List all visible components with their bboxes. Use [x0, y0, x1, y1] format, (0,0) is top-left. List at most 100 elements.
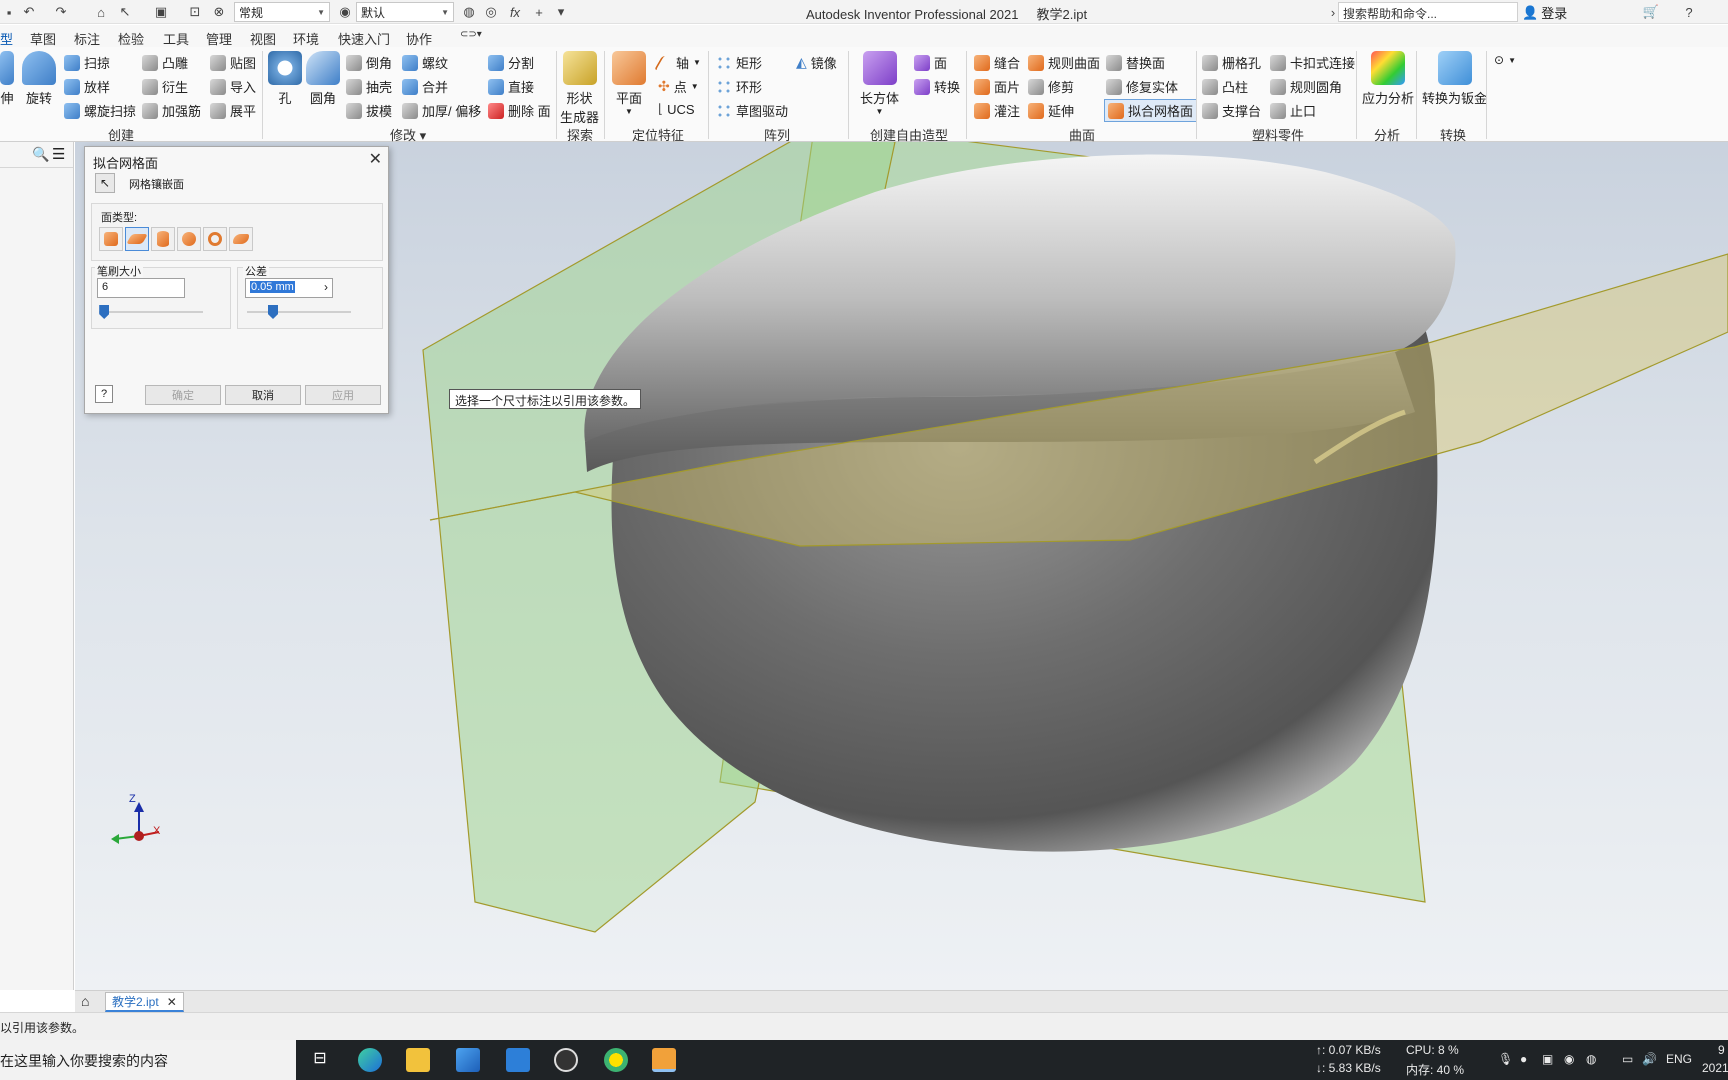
- replace-face-button[interactable]: 替换面: [1106, 53, 1165, 72]
- lip-button[interactable]: 止口: [1270, 101, 1316, 120]
- unfold-button[interactable]: 展平: [210, 101, 256, 120]
- clock-date[interactable]: 2021: [1702, 1061, 1728, 1075]
- direct-button[interactable]: 直接: [488, 77, 534, 96]
- sculpt-button[interactable]: 灌注: [974, 101, 1020, 120]
- extrude-button[interactable]: 伸: [0, 51, 14, 107]
- task-view-icon[interactable]: ⊟: [308, 1048, 332, 1072]
- shape-generator-button[interactable]: 形状 生成器: [560, 51, 599, 126]
- hole-button[interactable]: 孔: [268, 51, 302, 107]
- rest-button[interactable]: 支撑台: [1202, 101, 1261, 120]
- face-type-sphere[interactable]: [177, 227, 201, 251]
- coil-button[interactable]: 螺旋扫掠: [64, 101, 136, 120]
- trim-button[interactable]: 修剪: [1028, 77, 1074, 96]
- store-icon[interactable]: [456, 1048, 480, 1072]
- ok-button[interactable]: 确定: [145, 385, 221, 405]
- close-icon[interactable]: ✕: [369, 149, 382, 169]
- apply-button[interactable]: 应用: [305, 385, 381, 405]
- material-icon[interactable]: ⊗: [210, 3, 228, 21]
- tab-get-started[interactable]: 快速入门: [338, 29, 390, 48]
- home-icon[interactable]: ⌂: [81, 993, 89, 1009]
- tray-app-icon[interactable]: ▣: [1542, 1052, 1553, 1066]
- network-icon[interactable]: ▭: [1622, 1052, 1633, 1066]
- clear-appearance-icon[interactable]: ◎: [482, 3, 500, 21]
- tab-inspect[interactable]: 检验: [118, 29, 144, 48]
- tab-collaborate[interactable]: 协作: [406, 29, 432, 48]
- fx-parameters-icon[interactable]: fx: [506, 3, 524, 21]
- tab-model[interactable]: 型: [0, 29, 13, 48]
- chevron-right-icon[interactable]: ›: [324, 280, 328, 294]
- style-combo[interactable]: 常规 ▼: [234, 2, 330, 22]
- extend-button[interactable]: 延伸: [1028, 101, 1074, 120]
- face-type-freeform[interactable]: [229, 227, 253, 251]
- qq-icon[interactable]: ●: [1520, 1052, 1527, 1066]
- help-icon[interactable]: ?: [1680, 3, 1698, 21]
- file-explorer-icon[interactable]: [406, 1048, 430, 1072]
- tab-environments[interactable]: 环境: [293, 29, 319, 48]
- tab-tools[interactable]: 工具: [163, 29, 189, 48]
- inventor-taskbar-icon[interactable]: [652, 1048, 676, 1072]
- freeform-face-button[interactable]: 面: [914, 53, 947, 72]
- shell-button[interactable]: 抽壳: [346, 77, 392, 96]
- sweep-button[interactable]: 扫掠: [64, 53, 110, 72]
- chamfer-button[interactable]: 倒角: [346, 53, 392, 72]
- undo-icon[interactable]: ↶: [20, 3, 38, 21]
- stress-analysis-button[interactable]: 应力分析: [1362, 51, 1414, 107]
- appearance-combo[interactable]: 默认 ▼: [356, 2, 454, 22]
- edge-icon[interactable]: [358, 1048, 382, 1072]
- delete-face-button[interactable]: 删除 面: [488, 101, 551, 120]
- convert-to-sheetmetal-button[interactable]: 转换为钣金: [1422, 51, 1487, 107]
- tray-app2-icon[interactable]: ◉: [1564, 1052, 1574, 1066]
- plane-button[interactable]: 平面 ▼: [612, 51, 646, 116]
- cart-icon[interactable]: 🛒: [1642, 3, 1660, 21]
- point-button[interactable]: ✣ 点 ▼: [658, 77, 699, 96]
- obs-icon[interactable]: [554, 1048, 578, 1072]
- redo-icon[interactable]: ↷: [52, 3, 70, 21]
- snap-fit-button[interactable]: 卡扣式连接: [1270, 53, 1355, 72]
- save-icon[interactable]: ▪: [0, 3, 18, 21]
- tab-manage[interactable]: 管理: [206, 29, 232, 48]
- face-type-plane[interactable]: [125, 227, 149, 251]
- tab-sketch[interactable]: 草图: [30, 29, 56, 48]
- import-button[interactable]: 导入: [210, 77, 256, 96]
- ribbon-display-icon[interactable]: ⊂⊃▾: [460, 29, 482, 40]
- home-icon[interactable]: ⌂: [92, 3, 110, 21]
- fit-mesh-face-button[interactable]: 拟合网格面: [1104, 99, 1198, 122]
- sketch-driven-pattern-button[interactable]: 草图驱动: [716, 101, 788, 120]
- clock-time[interactable]: 9: [1718, 1043, 1725, 1057]
- grill-button[interactable]: 栅格孔: [1202, 53, 1261, 72]
- microphone-icon[interactable]: 🎙: [1498, 1052, 1513, 1066]
- fillet-button[interactable]: 圆角: [306, 51, 340, 107]
- face-type-auto[interactable]: [99, 227, 123, 251]
- rib-button[interactable]: 加强筋: [142, 101, 201, 120]
- ruled-surface-button[interactable]: 规则曲面: [1028, 53, 1100, 72]
- ribbon-overflow-button[interactable]: ⊙ ▼: [1494, 53, 1516, 67]
- tray-app3-icon[interactable]: ◍: [1586, 1052, 1596, 1066]
- face-type-torus[interactable]: [203, 227, 227, 251]
- mail-icon[interactable]: [506, 1048, 530, 1072]
- help-search-input[interactable]: 搜索帮助和命令...: [1338, 2, 1518, 22]
- tolerance-slider-track[interactable]: [247, 311, 351, 313]
- qat-menu-icon[interactable]: ▾: [552, 3, 570, 21]
- repair-bodies-button[interactable]: 修复实体: [1106, 77, 1178, 96]
- circular-pattern-button[interactable]: 环形: [716, 77, 762, 96]
- add-icon[interactable]: +: [530, 3, 548, 21]
- patch-button[interactable]: 面片: [974, 77, 1020, 96]
- brush-size-input[interactable]: 6: [97, 278, 185, 298]
- tolerance-input[interactable]: 0.05 mm ›: [245, 278, 333, 298]
- volume-icon[interactable]: 🔊: [1642, 1052, 1657, 1066]
- loft-button[interactable]: 放样: [64, 77, 110, 96]
- return-icon[interactable]: ▣: [152, 3, 170, 21]
- axis-button[interactable]: 轴 ▼: [653, 53, 701, 72]
- face-type-cylinder[interactable]: [151, 227, 175, 251]
- decal-button[interactable]: 贴图: [210, 53, 256, 72]
- document-tab[interactable]: 教学2.ipt ✕: [105, 992, 184, 1012]
- update-icon[interactable]: ⊡: [186, 3, 204, 21]
- adjust-icon[interactable]: ◍: [460, 3, 478, 21]
- search-icon[interactable]: 🔍: [32, 146, 49, 163]
- select-mesh-face-button[interactable]: ↖: [95, 173, 115, 193]
- mirror-button[interactable]: ◭ 镜像: [796, 53, 837, 72]
- freeform-convert-button[interactable]: 转换: [914, 77, 960, 96]
- cancel-button[interactable]: 取消: [225, 385, 301, 405]
- tab-annotate[interactable]: 标注: [74, 29, 100, 48]
- boss-button[interactable]: 凸柱: [1202, 77, 1248, 96]
